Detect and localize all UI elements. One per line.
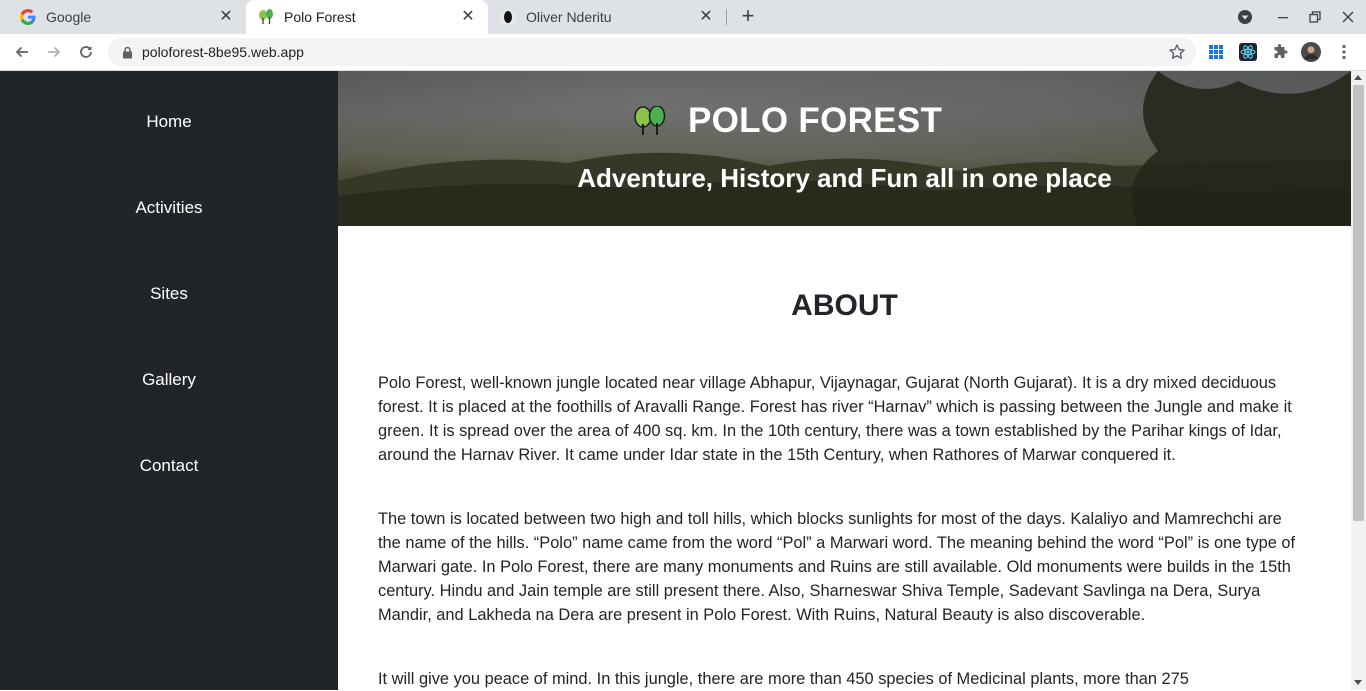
address-bar[interactable]: poloforest-8be95.web.app bbox=[108, 38, 1196, 66]
sidebar-nav: Home Activities Sites Gallery Contact bbox=[0, 71, 338, 690]
sidebar-item-home[interactable]: Home bbox=[0, 112, 338, 132]
react-devtools-icon[interactable] bbox=[1238, 42, 1258, 62]
restore-icon bbox=[1309, 11, 1321, 23]
close-icon bbox=[1342, 11, 1354, 23]
tab-strip: Google ✕ Polo Forest ✕ Oliver Nderitu ✕ … bbox=[0, 0, 1366, 34]
tab-title: Polo Forest bbox=[284, 9, 356, 25]
about-paragraph: It will give you peace of mind. In this … bbox=[378, 670, 1189, 688]
minimize-icon bbox=[1278, 17, 1288, 19]
hero-brand: POLO FOREST bbox=[634, 101, 942, 141]
bookmark-star-icon[interactable] bbox=[1168, 43, 1186, 61]
close-window-button[interactable] bbox=[1337, 6, 1359, 28]
tab-oliver-nderitu[interactable]: Oliver Nderitu ✕ bbox=[488, 0, 726, 34]
page-scrollbar[interactable] bbox=[1351, 71, 1366, 690]
scrollbar-thumb[interactable] bbox=[1353, 85, 1364, 521]
minimize-button[interactable] bbox=[1272, 6, 1294, 28]
tab-title: Oliver Nderitu bbox=[526, 9, 612, 25]
about-paragraph: Polo Forest, well-known jungle located n… bbox=[378, 374, 1292, 464]
puzzle-extensions-icon[interactable] bbox=[1270, 42, 1290, 62]
forward-button[interactable] bbox=[42, 40, 66, 64]
scroll-down-arrow-icon[interactable] bbox=[1354, 680, 1362, 685]
reload-button[interactable] bbox=[74, 40, 98, 64]
close-tab-icon[interactable]: ✕ bbox=[698, 9, 714, 25]
profile-silhouette-icon bbox=[500, 9, 516, 25]
grid-extension-icon[interactable] bbox=[1206, 42, 1226, 62]
tab-polo-forest[interactable]: Polo Forest ✕ bbox=[246, 0, 488, 34]
browser-menu-button[interactable] bbox=[1334, 42, 1354, 62]
arrow-left-icon bbox=[15, 46, 28, 58]
close-tab-icon[interactable]: ✕ bbox=[460, 9, 476, 25]
avatar[interactable] bbox=[1301, 42, 1321, 62]
url-text: poloforest-8be95.web.app bbox=[142, 44, 304, 60]
tab-separator bbox=[726, 9, 727, 25]
hero-overlay bbox=[338, 71, 1351, 226]
browser-toolbar: poloforest-8be95.web.app bbox=[0, 34, 1366, 71]
sidebar-item-gallery[interactable]: Gallery bbox=[0, 370, 338, 390]
reload-icon bbox=[80, 46, 92, 58]
back-button[interactable] bbox=[10, 40, 34, 64]
arrow-right-icon bbox=[48, 46, 61, 58]
hero-banner: POLO FOREST Adventure, History and Fun a… bbox=[338, 71, 1351, 226]
kebab-menu-icon bbox=[1342, 44, 1346, 60]
tab-google[interactable]: Google ✕ bbox=[8, 0, 246, 34]
chevron-down-circle-icon bbox=[1238, 10, 1252, 24]
site-title: POLO FOREST bbox=[688, 101, 943, 140]
about-section: ABOUT Polo Forest, well-known jungle loc… bbox=[338, 226, 1351, 690]
tab-search-button[interactable] bbox=[1234, 6, 1256, 28]
restore-button[interactable] bbox=[1304, 6, 1326, 28]
about-heading: ABOUT bbox=[791, 289, 898, 322]
scroll-up-arrow-icon[interactable] bbox=[1354, 75, 1362, 80]
sidebar-item-sites[interactable]: Sites bbox=[0, 284, 338, 304]
trees-icon bbox=[634, 106, 666, 135]
sidebar-item-contact[interactable]: Contact bbox=[0, 456, 338, 476]
site-tagline: Adventure, History and Fun all in one pl… bbox=[577, 163, 1112, 193]
sidebar-item-activities[interactable]: Activities bbox=[0, 198, 338, 218]
google-g-icon bbox=[20, 9, 36, 25]
close-tab-icon[interactable]: ✕ bbox=[218, 9, 234, 25]
trees-icon bbox=[258, 9, 274, 25]
new-tab-button[interactable]: + bbox=[736, 5, 760, 29]
about-paragraph: The town is located between two high and… bbox=[378, 510, 1296, 624]
lock-icon bbox=[120, 45, 134, 59]
tab-title: Google bbox=[46, 9, 92, 25]
